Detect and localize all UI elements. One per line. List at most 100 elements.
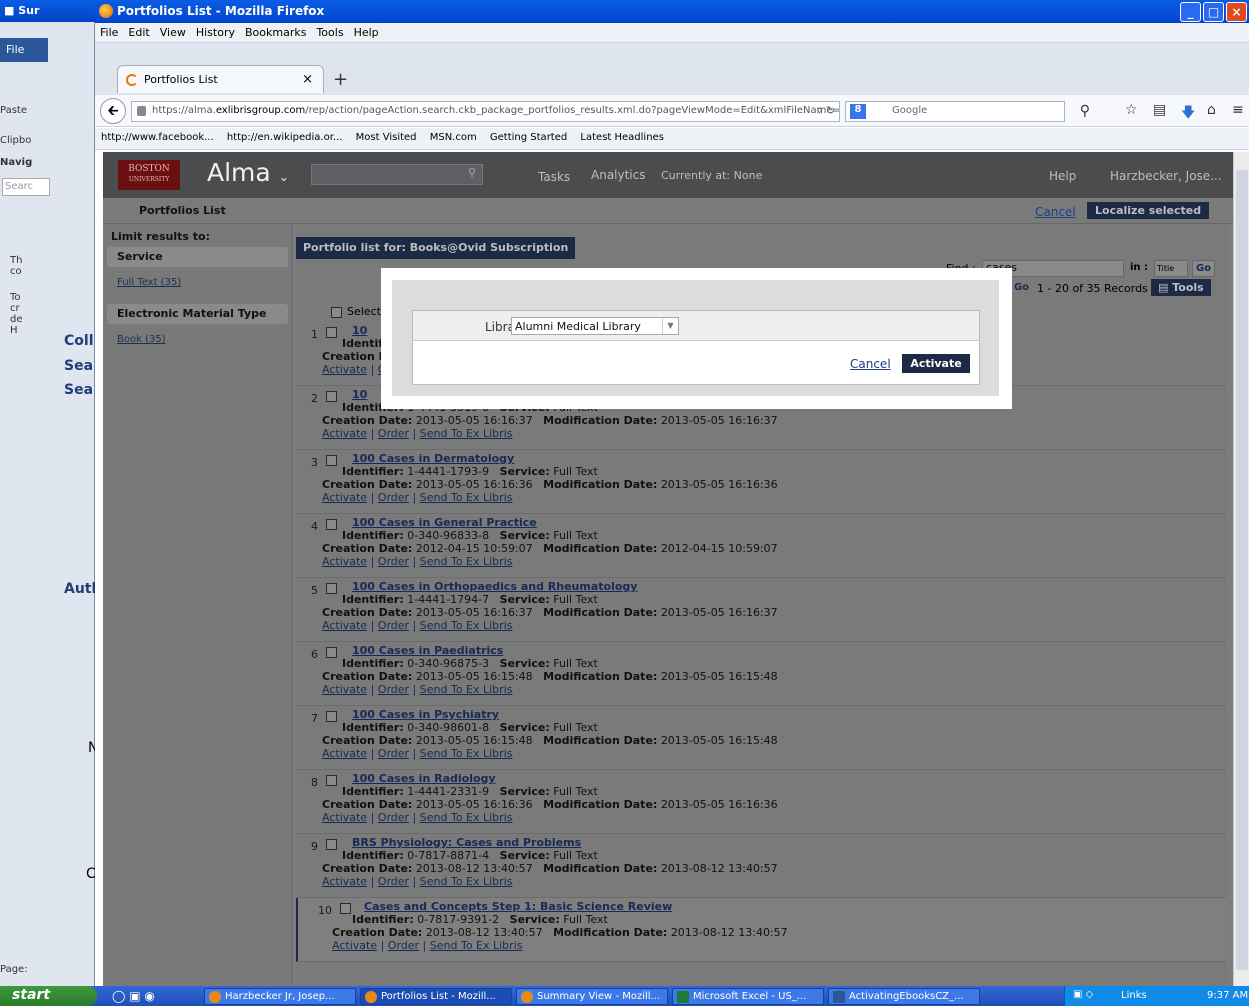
portfolio-title-link[interactable]: 10 [352, 388, 367, 401]
bookmark-msn[interactable]: MSN.com [430, 132, 477, 143]
bookmark-most-visited[interactable]: Most Visited [356, 132, 417, 143]
tools-button[interactable]: ▤ Tools [1151, 279, 1211, 296]
order-link[interactable]: Order [378, 683, 409, 696]
order-link[interactable]: Order [378, 427, 409, 440]
search-icon[interactable]: ⚲ [1080, 103, 1090, 119]
close-tab-icon[interactable]: × [302, 72, 313, 87]
tray-icons[interactable]: ▣ ◇ [1073, 989, 1093, 1000]
word-search-box[interactable]: Searc [2, 178, 50, 196]
order-link[interactable]: Order [378, 811, 409, 824]
activate-link[interactable]: Activate [322, 619, 367, 632]
find-go-button[interactable]: Go [1192, 260, 1216, 277]
row-checkbox[interactable] [326, 711, 337, 722]
localize-selected-button[interactable]: Localize selected [1087, 202, 1210, 219]
library-select[interactable]: Alumni Medical Library ▼ [511, 317, 679, 335]
dialog-cancel-link[interactable]: Cancel [850, 357, 891, 371]
row-checkbox[interactable] [326, 391, 337, 402]
send-to-ex-libris-link[interactable]: Send To Ex Libris [420, 619, 513, 632]
portfolio-title-link[interactable]: 100 Cases in Dermatology [352, 452, 514, 465]
in-select[interactable]: Title [1154, 260, 1188, 277]
menu-history[interactable]: History [191, 23, 240, 42]
send-to-ex-libris-link[interactable]: Send To Ex Libris [420, 491, 513, 504]
bookmark-getting-started[interactable]: Getting Started [490, 132, 567, 143]
send-to-ex-libris-link[interactable]: Send To Ex Libris [420, 875, 513, 888]
task-excel[interactable]: Microsoft Excel - US_... [672, 988, 824, 1005]
home-icon[interactable]: ⌂ [1207, 102, 1216, 118]
portfolio-title-link[interactable]: 100 Cases in Paediatrics [352, 644, 503, 657]
start-button[interactable]: start [0, 986, 97, 1006]
minimize-button[interactable]: _ [1180, 2, 1201, 22]
downloads-icon[interactable]: 🡇 [1181, 102, 1195, 126]
send-to-ex-libris-link[interactable]: Send To Ex Libris [430, 939, 523, 952]
row-checkbox[interactable] [326, 519, 337, 530]
facet-book[interactable]: Book (35) [117, 334, 292, 345]
url-bar[interactable]: https://alma.exlibrisgroup.com/rep/actio… [131, 101, 840, 122]
activate-link[interactable]: Activate [322, 555, 367, 568]
send-to-ex-libris-link[interactable]: Send To Ex Libris [420, 427, 513, 440]
bookmark-wikipedia[interactable]: http://en.wikipedia.or... [227, 132, 343, 143]
order-link[interactable]: Order [378, 875, 409, 888]
activate-link[interactable]: Activate [322, 427, 367, 440]
new-tab-icon[interactable]: + [333, 69, 348, 90]
portfolio-title-link[interactable]: 10 [352, 324, 367, 337]
row-checkbox[interactable] [340, 903, 351, 914]
row-checkbox[interactable] [326, 647, 337, 658]
scrollbar-thumb[interactable] [1236, 170, 1248, 970]
order-link[interactable]: Order [378, 619, 409, 632]
activate-link[interactable]: Activate [322, 363, 367, 376]
activate-link[interactable]: Activate [322, 875, 367, 888]
word-paste[interactable]: Paste [0, 105, 27, 116]
row-checkbox[interactable] [326, 583, 337, 594]
menu-view[interactable]: View [155, 23, 191, 42]
cancel-link[interactable]: Cancel [1035, 205, 1076, 219]
send-to-ex-libris-link[interactable]: Send To Ex Libris [420, 811, 513, 824]
dialog-activate-button[interactable]: Activate [902, 354, 970, 373]
tasks-link[interactable]: Tasks [538, 170, 570, 184]
links-toolbar[interactable]: Links [1121, 990, 1147, 1001]
menu-file[interactable]: File [95, 23, 123, 42]
search-box[interactable]: 8 Google ⚲ [845, 101, 1090, 122]
task-portfolios-list[interactable]: Portfolios List - Mozill... [360, 988, 512, 1005]
close-button[interactable]: × [1226, 2, 1247, 22]
order-link[interactable]: Order [388, 939, 419, 952]
portfolio-title-link[interactable]: 100 Cases in General Practice [352, 516, 537, 529]
portfolio-title-link[interactable]: Cases and Concepts Step 1: Basic Science… [364, 900, 672, 913]
alma-search-input[interactable]: ⚲ [311, 164, 483, 185]
activate-link[interactable]: Activate [322, 683, 367, 696]
row-checkbox[interactable] [326, 775, 337, 786]
activate-link[interactable]: Activate [322, 491, 367, 504]
row-checkbox[interactable] [326, 455, 337, 466]
row-checkbox[interactable] [326, 839, 337, 850]
menu-icon[interactable]: ≡ [1232, 102, 1244, 118]
menu-help[interactable]: Help [349, 23, 384, 42]
order-link[interactable]: Order [378, 555, 409, 568]
order-link[interactable]: Order [378, 747, 409, 760]
quick-launch-icons[interactable]: ◯ ▣ ◉ [112, 989, 155, 1003]
help-link[interactable]: Help [1049, 169, 1076, 183]
task-word[interactable]: ActivatingEbooksCZ_... [828, 988, 980, 1005]
vertical-scrollbar[interactable] [1233, 152, 1249, 986]
maximize-button[interactable]: □ [1203, 2, 1224, 22]
user-menu[interactable]: Harzbecker, Jose... [1110, 169, 1222, 183]
word-file-tab[interactable]: File [0, 38, 48, 62]
bookmark-latest-headlines[interactable]: Latest Headlines [580, 132, 664, 143]
page-go-button[interactable]: Go [1014, 282, 1029, 293]
activate-link[interactable]: Activate [322, 747, 367, 760]
portfolio-title-link[interactable]: 100 Cases in Orthopaedics and Rheumatolo… [352, 580, 637, 593]
back-button[interactable]: 🡰 [100, 98, 126, 124]
facet-full-text[interactable]: Full Text (35) [117, 277, 292, 288]
bookmarks-menu-icon[interactable]: ▤ [1153, 102, 1166, 118]
activate-link[interactable]: Activate [322, 811, 367, 824]
portfolio-title-link[interactable]: 100 Cases in Psychiatry [352, 708, 499, 721]
order-link[interactable]: Order [378, 491, 409, 504]
tab-portfolios-list[interactable]: Portfolios List × [117, 65, 324, 93]
menu-edit[interactable]: Edit [123, 23, 154, 42]
task-outlook[interactable]: Harzbecker Jr, Josep... [204, 988, 356, 1005]
bookmark-star-icon[interactable]: ☆ [1125, 102, 1138, 118]
task-summary-view[interactable]: Summary View - Mozill... [516, 988, 668, 1005]
send-to-ex-libris-link[interactable]: Send To Ex Libris [420, 747, 513, 760]
facet-header-material-type[interactable]: Electronic Material Type [107, 304, 288, 324]
menu-bookmarks[interactable]: Bookmarks [240, 23, 311, 42]
facet-header-service[interactable]: Service [107, 247, 288, 267]
search-icon[interactable]: ⚲ [468, 166, 476, 179]
